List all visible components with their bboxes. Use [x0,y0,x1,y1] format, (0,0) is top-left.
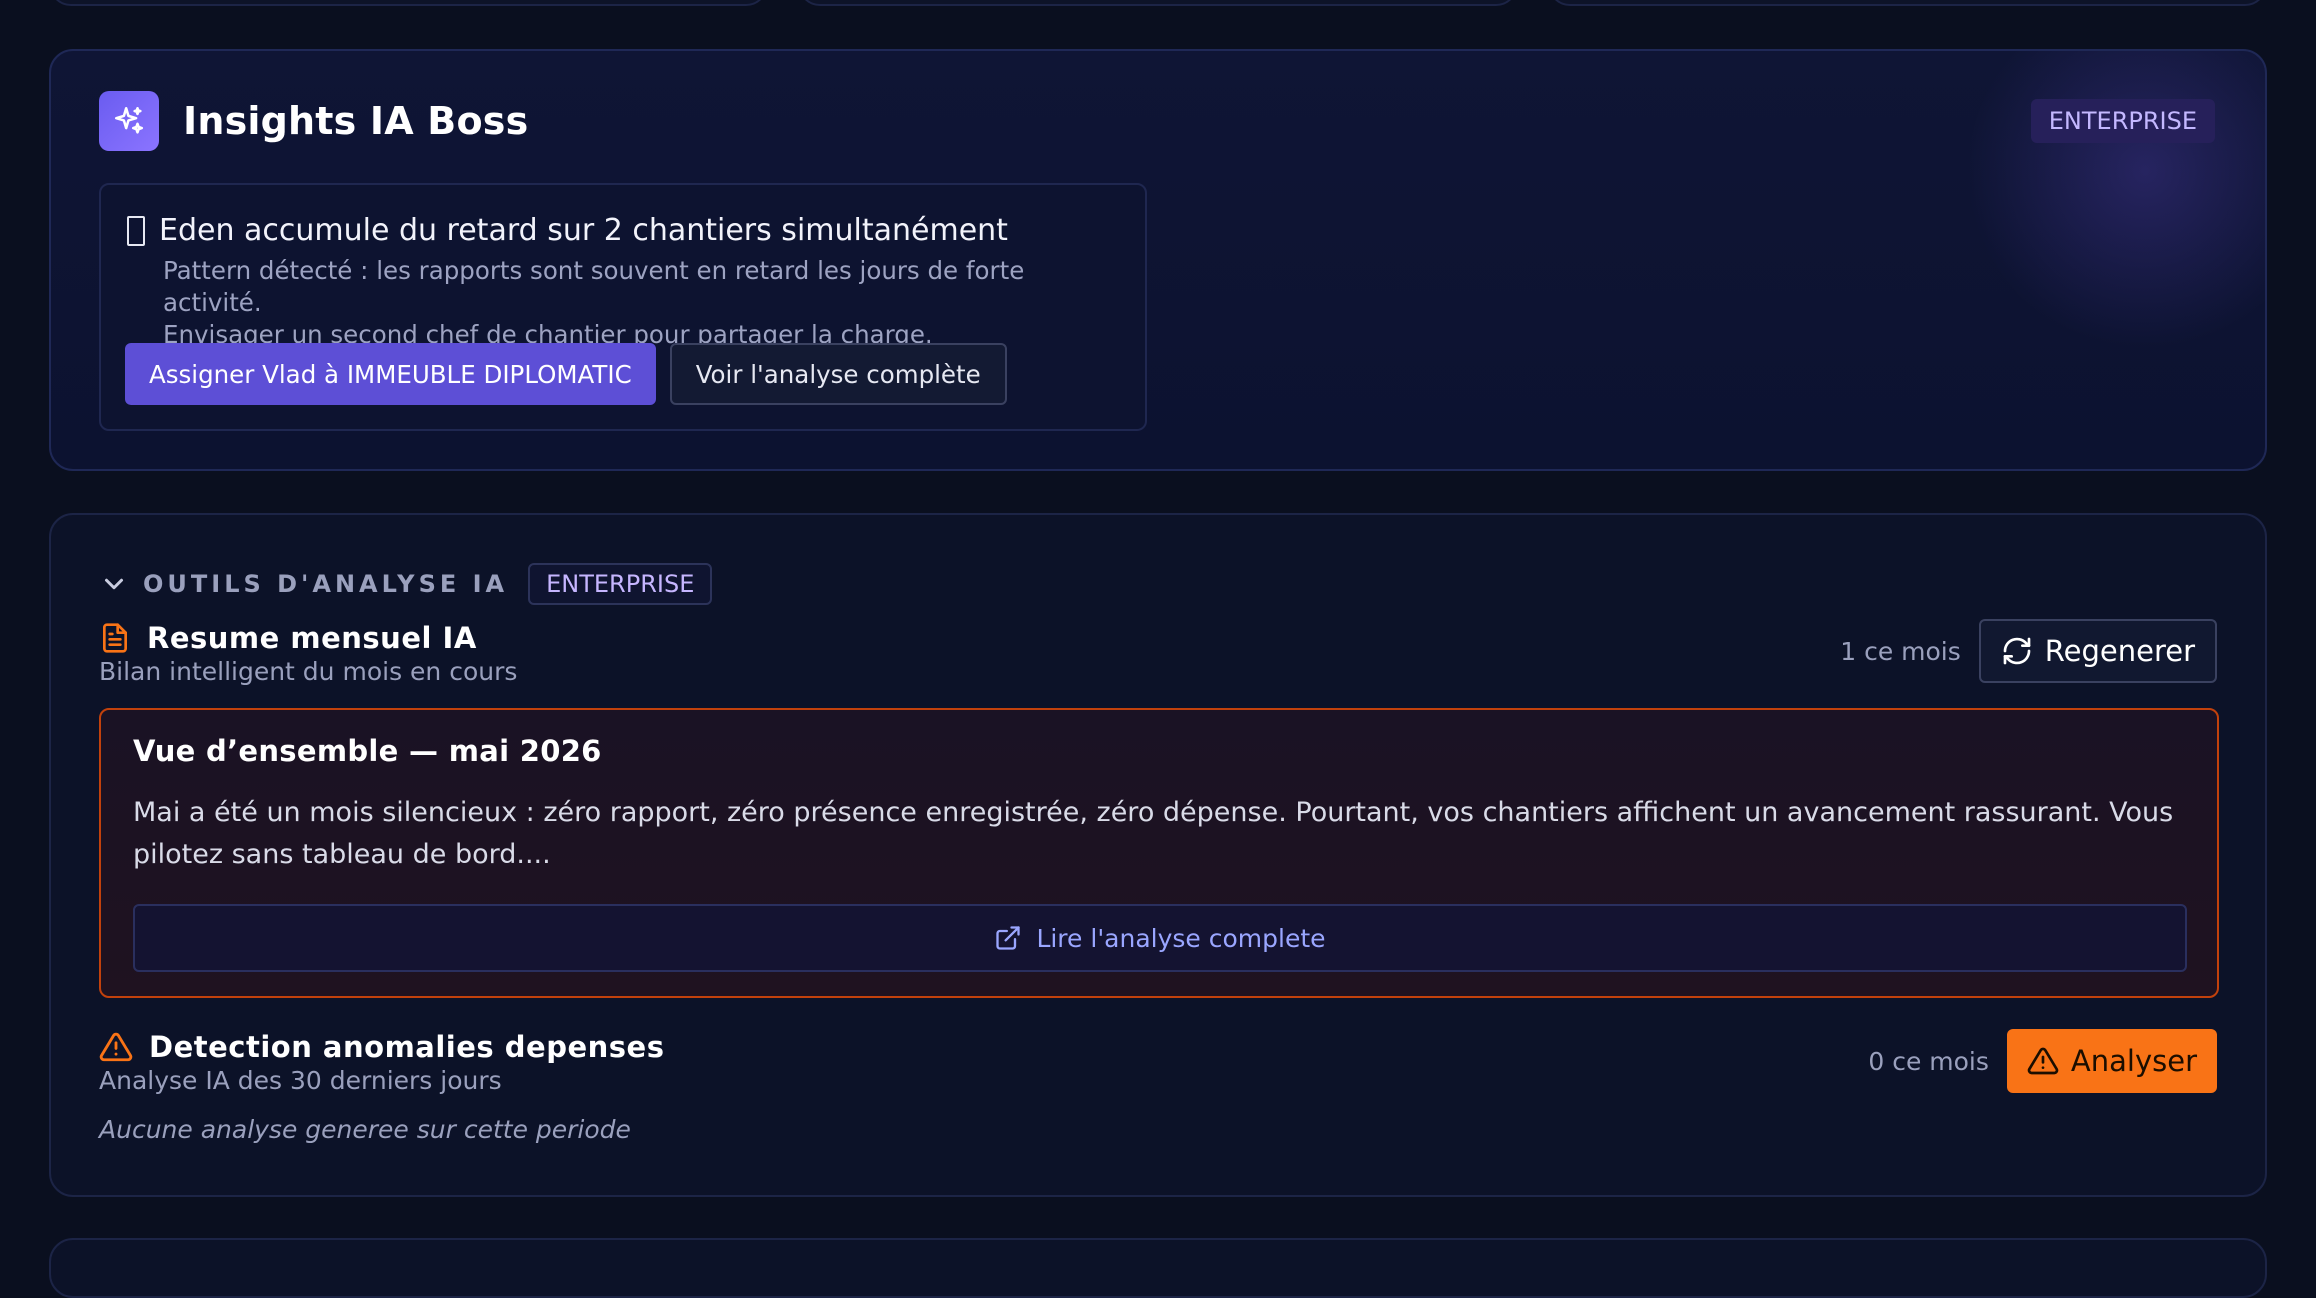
refresh-icon [2003,637,2031,665]
insight-description-line-1: Pattern détecté : les rapports sont souv… [163,256,1025,317]
missing-glyph-icon [127,215,145,246]
insight-title-row: Eden accumule du retard sur 2 chantiers … [127,213,1008,248]
insights-card: Insights IA Boss ENTERPRISE Eden accumul… [49,49,2267,471]
anomalies-title-row: Detection anomalies depenses [99,1030,664,1064]
monthly-summary-count: 1 ce mois [1840,636,1961,666]
tools-section-label: OUTILS D'ANALYSE IA [143,570,509,598]
view-analysis-button[interactable]: Voir l'analyse complète [669,343,1007,405]
insight-description: Pattern détecté : les rapports sont souv… [163,255,1123,351]
file-text-icon [103,623,127,653]
monthly-summary-title-row: Resume mensuel IA [99,621,477,655]
insight-title: Eden accumule du retard sur 2 chantiers … [159,213,1008,248]
anomalies-count: 0 ce mois [1868,1046,1989,1076]
external-link-icon [996,926,1021,950]
top-card-1 [49,0,769,6]
ai-tools-card: OUTILS D'ANALYSE IA ENTERPRISE Resume me… [49,513,2267,1197]
read-full-analysis-label: Lire l'analyse complete [1036,923,1326,953]
insights-header: Insights IA Boss [99,91,528,151]
anomalies-controls: 0 ce mois Analyser [1868,1029,2217,1093]
alert-triangle-icon [2027,1047,2059,1075]
alert-triangle-icon [99,1032,133,1062]
top-cards-row [49,0,2267,6]
insight-item: Eden accumule du retard sur 2 chantiers … [99,183,1147,431]
assign-button[interactable]: Assigner Vlad à IMMEUBLE DIPLOMATIC [125,343,656,405]
top-card-3 [1547,0,2267,6]
chevron-down-icon[interactable] [99,569,129,599]
monthly-summary-title: Resume mensuel IA [147,621,477,655]
sparkles-icon [99,91,159,151]
anomalies-subtitle: Analyse IA des 30 derniers jours [99,1066,502,1095]
enterprise-badge: ENTERPRISE [2030,99,2215,143]
analyse-button[interactable]: Analyser [2006,1029,2217,1093]
overview-text: Mai a été un mois silencieux : zéro rapp… [133,797,2174,870]
next-card [49,1238,2267,1298]
insights-title: Insights IA Boss [183,99,529,143]
anomalies-empty-state: Aucune analyse generee sur cette periode [99,1115,631,1144]
top-card-2 [798,0,1518,6]
insight-actions: Assigner Vlad à IMMEUBLE DIPLOMATIC Voir… [125,343,1007,405]
monthly-summary-controls: 1 ce mois Regenerer [1840,619,2217,683]
anomalies-title: Detection anomalies depenses [149,1030,665,1064]
card-glow [1965,51,2265,351]
read-full-analysis-link[interactable]: Lire l'analyse complete [133,904,2187,972]
monthly-overview: Vue d’ensemble — mai 2026 Mai a été un m… [99,708,2219,998]
tools-header[interactable]: OUTILS D'ANALYSE IA ENTERPRISE [99,563,713,605]
analyse-label: Analyser [2070,1044,2197,1078]
overview-title: Vue d’ensemble — mai 2026 [133,734,602,768]
regenerate-button[interactable]: Regenerer [1978,619,2217,683]
monthly-summary-subtitle: Bilan intelligent du mois en cours [99,657,518,686]
enterprise-badge: ENTERPRISE [528,563,713,605]
regenerate-label: Regenerer [2044,634,2195,668]
